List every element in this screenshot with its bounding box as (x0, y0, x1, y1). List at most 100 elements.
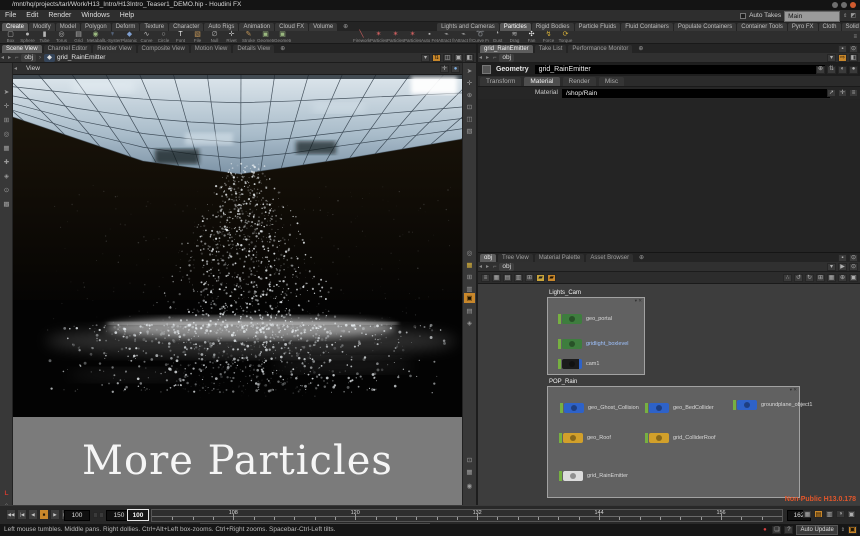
material-field-icon[interactable]: ≡ (849, 89, 858, 97)
network-editor-canvas[interactable]: Lights_Cam ▾ ✕ geo_portal gridlight_boxl… (478, 284, 860, 505)
pane-tab[interactable]: Render View (93, 45, 135, 53)
take-selector[interactable]: Main (784, 11, 840, 22)
pane-tab[interactable]: Tree View (498, 254, 533, 262)
shelf-tab[interactable]: Rigid Bodies (532, 23, 574, 31)
view-header-icon[interactable]: ✛ (440, 65, 449, 73)
shelf-tab[interactable]: Texture (140, 23, 168, 31)
shelf-tab[interactable]: Volume (309, 23, 337, 31)
shelf-tool[interactable]: ⌁Attract fr... (455, 31, 472, 43)
pane-tab[interactable]: Channel Editor (44, 45, 92, 53)
view-menu-chevron-icon[interactable]: ◂ (14, 63, 17, 75)
viewport-tool-icon[interactable]: ◫ (464, 114, 475, 124)
shelf-tool[interactable]: ○Circle (155, 31, 172, 43)
take-spinner-icon[interactable]: ⇕ (843, 10, 847, 22)
network-toolbar-icon[interactable]: ▦ (827, 274, 836, 282)
shelf-tool[interactable]: ▧File (189, 31, 206, 43)
current-node-name[interactable]: grid_RainEmitter (57, 54, 105, 61)
network-toolbar-icon[interactable]: ∴ (783, 274, 792, 282)
view-header-icon[interactable]: ● (451, 65, 460, 73)
shelf-tool[interactable]: ✶Particles fr... (370, 31, 387, 43)
playbar-option-icon[interactable]: ▤ (814, 510, 823, 518)
viewport-tool-icon[interactable]: ◎ (464, 248, 475, 258)
viewport-tool-icon[interactable]: ✚ (1, 157, 12, 167)
nav-back-icon[interactable]: ◂ (479, 262, 482, 272)
pane-control-icon[interactable]: ⊙ (849, 254, 858, 262)
shelf-tab[interactable]: Lights and Cameras (437, 23, 499, 31)
path-bar-icon[interactable]: ⇨ (838, 54, 847, 62)
viewport-tool-icon[interactable]: ◎ (1, 129, 12, 139)
shelf-tab[interactable]: Particle Fluids (575, 23, 621, 31)
viewport-tool-icon[interactable]: ▦ (464, 260, 475, 270)
network-toolbar-icon[interactable]: ▥ (514, 274, 523, 282)
node-display-flag[interactable] (558, 359, 561, 369)
param-tab[interactable]: Misc (599, 77, 624, 86)
minimize-button[interactable] (832, 2, 838, 8)
shelf-tool[interactable]: ▤Grid (70, 31, 87, 43)
shelf-tool[interactable]: ◎Torus (53, 31, 70, 43)
viewport-tool-icon[interactable]: ◈ (1, 171, 12, 181)
path-bar-icon[interactable]: ⇅ (432, 54, 441, 62)
pane-control-icon[interactable]: ▪ (838, 254, 847, 262)
shelf-tool[interactable]: ➰Curve Force (472, 31, 489, 43)
new-pane-tab-icon[interactable]: ⊕ (280, 45, 285, 52)
transport-button[interactable]: |◀ (17, 509, 27, 520)
param-tab[interactable]: Material (524, 77, 559, 86)
shelf-tool[interactable]: ∿Curve (138, 31, 155, 43)
viewport-tool-icon[interactable]: ⊙ (1, 185, 12, 195)
network-toolbar-icon[interactable]: ⊞ (525, 274, 534, 282)
path-root-chip[interactable]: obj (499, 54, 514, 62)
shelf-tab[interactable]: Container Tools (737, 23, 787, 31)
shelf-tool[interactable]: ✣Fan (523, 31, 540, 43)
shelf-tool[interactable]: ↯Force (540, 31, 557, 43)
path-bar-icon[interactable]: ◧ (465, 54, 474, 62)
network-node[interactable]: geo_Roof (559, 433, 611, 443)
network-node[interactable]: geo_portal (558, 314, 612, 324)
menu-item[interactable]: Windows (76, 10, 114, 22)
param-header-icon[interactable]: ◐ (838, 66, 847, 74)
pane-tab[interactable]: Take List (535, 45, 567, 53)
viewport-tool-icon[interactable]: ⊕ (464, 90, 475, 100)
menu-item[interactable]: Edit (21, 10, 43, 22)
node-display-flag[interactable] (558, 314, 561, 324)
shelf-tab[interactable]: Solid (842, 23, 860, 31)
network-node[interactable]: grid_ColliderRoof (645, 433, 716, 443)
shelf-tool[interactable]: ▪Auto Fetch (421, 31, 438, 43)
node-name-field[interactable]: grid_RainEmitter (535, 65, 825, 74)
pane-control-icon[interactable]: ▪ (838, 45, 847, 53)
pane-tab[interactable]: Scene View (2, 45, 42, 53)
network-toolbar-icon[interactable]: ⊞ (816, 274, 825, 282)
viewport-tool-icon[interactable]: ⊡ (464, 455, 475, 465)
shelf-tab[interactable]: Cloth (819, 23, 841, 31)
transport-button[interactable]: ■ (39, 509, 49, 520)
network-node[interactable]: grid_RainEmitter (559, 471, 628, 481)
menu-item[interactable]: Render (43, 10, 76, 22)
network-box-lights-cam[interactable]: Lights_Cam ▾ ✕ geo_portal gridlight_boxl… (547, 297, 645, 375)
material-path-field[interactable]: /shop/Rain (562, 89, 830, 98)
material-field-icon[interactable]: ✛ (838, 89, 847, 97)
shelf-tab[interactable]: Create (2, 23, 28, 31)
shelf-tool[interactable]: ∅Null (206, 31, 223, 43)
param-tab[interactable]: Transform (480, 77, 521, 86)
path-bar-icon[interactable]: ◫ (443, 54, 452, 62)
shelf-overflow-icon[interactable]: ≡ (853, 34, 857, 40)
playbar-option-icon[interactable]: ▥ (825, 510, 834, 518)
shelf-tool[interactable]: ≋Drag (506, 31, 523, 43)
viewport-tool-icon[interactable]: L (1, 488, 12, 498)
view-menu-button[interactable]: View (26, 65, 40, 72)
shelf-tool[interactable]: ✶Particles fr... (404, 31, 421, 43)
param-header-icon[interactable]: ● (849, 66, 858, 74)
shelf-tab[interactable]: Deform (112, 23, 140, 31)
shelf-tool[interactable]: ♆L-System (104, 31, 121, 43)
shelf-tool[interactable]: ⌁Attract fr... (438, 31, 455, 43)
shelf-tool[interactable]: ▮Tube (36, 31, 53, 43)
pane-tab[interactable]: grid_RainEmitter (480, 45, 533, 53)
playbar-option-icon[interactable]: ▣ (847, 510, 856, 518)
pane-control-icon[interactable]: ⊙ (849, 45, 858, 53)
shelf-tool[interactable]: ◆Platonic S... (121, 31, 138, 43)
network-node[interactable]: gridlight_boxlevel (558, 339, 629, 349)
status-icon[interactable]: ❏ (772, 526, 781, 534)
network-node[interactable]: geo_Ghost_Collision (560, 403, 639, 413)
auto-update-selector[interactable]: Auto Update (796, 525, 837, 535)
shelf-tool[interactable]: ╲Fireworks (353, 31, 370, 43)
pane-tab[interactable]: Details View (233, 45, 274, 53)
